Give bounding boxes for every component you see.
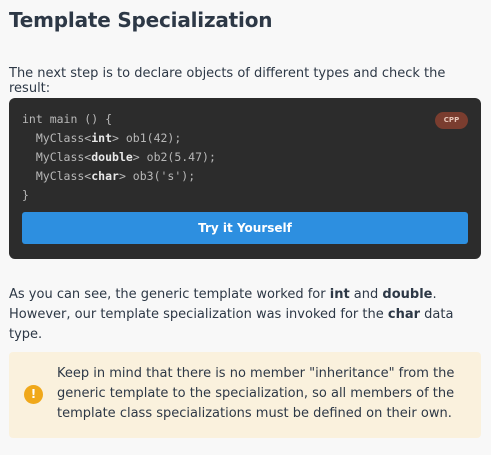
code-token: } bbox=[22, 188, 29, 202]
note-text: Keep in mind that there is no member "in… bbox=[57, 366, 455, 421]
exclamation-icon: ! bbox=[24, 385, 43, 404]
code-content[interactable]: int main () { MyClass<int> ob1(42); MyCl… bbox=[22, 110, 216, 205]
intro-text: The next step is to declare objects of d… bbox=[9, 66, 446, 96]
code-token: double bbox=[91, 150, 133, 164]
code-line: } bbox=[22, 186, 216, 205]
paragraph-segment: char bbox=[387, 307, 421, 322]
code-block: int main () { MyClass<int> ob1(42); MyCl… bbox=[9, 98, 481, 259]
paragraph-segment: int bbox=[329, 287, 350, 302]
code-line: MyClass<char> ob3('s'); bbox=[22, 167, 216, 186]
code-line: int main () { bbox=[22, 110, 216, 129]
language-badge: CPP bbox=[435, 112, 468, 129]
page-title: Template Specialization bbox=[9, 8, 273, 32]
code-token: > ob2(5.47); bbox=[132, 150, 216, 164]
code-token: char bbox=[91, 169, 119, 183]
code-line: MyClass<int> ob1(42); bbox=[22, 129, 216, 148]
code-token: int bbox=[91, 131, 113, 145]
code-token: MyClass< bbox=[22, 150, 92, 164]
code-token: MyClass< bbox=[22, 169, 92, 183]
code-token: int main () { bbox=[22, 112, 113, 126]
lesson-page: Template Specialization The next step is… bbox=[0, 0, 491, 455]
paragraph-segment: double bbox=[382, 287, 433, 302]
explanation-paragraph: As you can see, the generic template wor… bbox=[9, 285, 484, 345]
code-token: MyClass< bbox=[22, 131, 92, 145]
paragraph-segment: and bbox=[349, 287, 383, 302]
code-token: > ob3('s'); bbox=[118, 169, 196, 183]
code-token: > ob1(42); bbox=[112, 131, 182, 145]
paragraph-segment: As you can see, the generic template wor… bbox=[9, 287, 330, 302]
code-line: MyClass<double> ob2(5.47); bbox=[22, 148, 216, 167]
note-box: ! Keep in mind that there is no member "… bbox=[9, 352, 481, 438]
try-it-yourself-button[interactable]: Try it Yourself bbox=[22, 212, 468, 244]
